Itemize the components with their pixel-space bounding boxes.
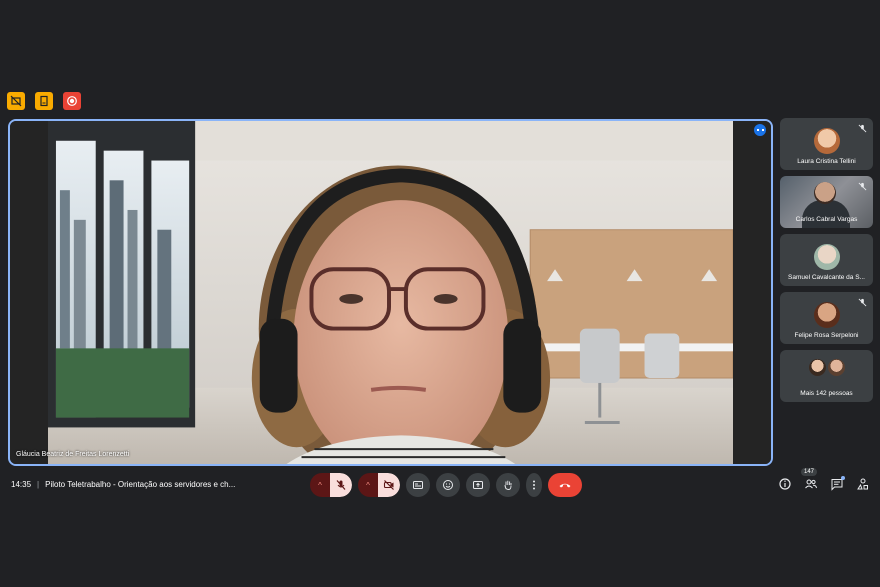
screen-share-disabled-indicator[interactable]	[7, 92, 25, 110]
people-count-badge: 147	[801, 468, 818, 476]
meeting-indicators	[7, 92, 81, 110]
more-options-button[interactable]	[526, 473, 542, 497]
end-call-icon	[559, 483, 571, 488]
main-video-stage[interactable]: Gláucia Beatriz de Freitas Lorenzetti	[8, 119, 773, 466]
activities-icon	[857, 478, 868, 490]
mic-off-icon	[858, 298, 867, 307]
avatar	[813, 302, 840, 328]
mic-toggle-button[interactable]	[330, 473, 352, 497]
speaker-video	[48, 121, 733, 464]
participant-tile[interactable]: Carlos Cabral Vargas	[780, 176, 873, 228]
document-indicator[interactable]	[35, 92, 53, 110]
participant-video-body	[802, 200, 850, 228]
document-icon	[40, 95, 48, 107]
chevron-up-icon: ^	[318, 480, 322, 490]
mic-off-icon	[858, 182, 867, 191]
record-icon	[67, 96, 77, 106]
recording-indicator[interactable]	[63, 92, 81, 110]
camera-options-button[interactable]: ^	[358, 473, 378, 497]
bottom-toolbar: 14:35 | Piloto Teletrabalho - Orientação a…	[0, 468, 880, 498]
participants-sidebar: Laura Cristina Tellini Carlos Cabral Var…	[780, 118, 873, 408]
participant-tile[interactable]: Felipe Rosa Serpeloni	[780, 292, 873, 344]
participant-name: Samuel Cavalcante da S...	[788, 274, 865, 281]
present-icon	[473, 481, 483, 489]
participant-video	[814, 182, 836, 204]
avatar-group	[808, 359, 845, 376]
call-controls: ^ ^	[310, 473, 582, 497]
mic-options-button[interactable]: ^	[310, 473, 330, 497]
meeting-details-button[interactable]	[778, 477, 792, 491]
people-icon	[805, 479, 817, 489]
participant-name: Laura Cristina Tellini	[797, 158, 856, 165]
activities-button[interactable]	[856, 477, 870, 491]
more-participants-tile[interactable]: Mais 142 pessoas	[780, 350, 873, 402]
unread-indicator	[841, 476, 845, 480]
letterbox-right	[733, 121, 771, 464]
mic-off-icon	[858, 124, 867, 133]
participant-tile[interactable]: Samuel Cavalcante da S...	[780, 234, 873, 286]
meeting-time: 14:35	[11, 480, 32, 489]
end-call-button[interactable]	[548, 473, 582, 497]
emoji-icon	[443, 480, 453, 490]
camera-off-icon	[383, 480, 394, 490]
participant-name: Carlos Cabral Vargas	[795, 216, 858, 223]
camera-toggle-button[interactable]	[378, 473, 400, 497]
avatar	[808, 359, 826, 376]
mic-off-icon	[336, 480, 346, 490]
captions-icon	[413, 481, 423, 489]
meeting-info: 14:35 | Piloto Teletrabalho - Orientação a…	[11, 480, 235, 489]
mic-control: ^	[310, 473, 352, 497]
letterbox-left	[10, 121, 48, 464]
speaker-name-label: Gláucia Beatriz de Freitas Lorenzetti	[16, 451, 130, 458]
more-participants-label: Mais 142 pessoas	[800, 390, 853, 397]
captions-button[interactable]	[406, 473, 430, 497]
no-camera-share-icon	[10, 95, 22, 107]
side-panel-controls: 147	[778, 468, 870, 491]
participant-name: Felipe Rosa Serpeloni	[794, 332, 859, 339]
participant-tile[interactable]: Laura Cristina Tellini	[780, 118, 873, 170]
raise-hand-button[interactable]	[496, 473, 520, 497]
avatar	[827, 359, 845, 376]
people-button[interactable]: 147	[801, 468, 818, 491]
avatar	[813, 244, 840, 270]
avatar	[813, 128, 840, 154]
meeting-title[interactable]: Piloto Teletrabalho - Orientação aos ser…	[45, 480, 235, 489]
emoji-reactions-button[interactable]	[436, 473, 460, 497]
camera-control: ^	[358, 473, 400, 497]
speaker-video-frame	[48, 121, 733, 464]
tile-options-button[interactable]	[754, 124, 766, 136]
more-horiz-icon	[756, 129, 764, 131]
more-vert-icon	[533, 480, 535, 490]
chevron-up-icon: ^	[366, 480, 370, 490]
info-icon	[779, 478, 791, 490]
raise-hand-icon	[504, 480, 512, 490]
chat-button[interactable]	[830, 476, 845, 491]
present-screen-button[interactable]	[466, 473, 490, 497]
meeting-info-separator: |	[37, 480, 40, 489]
